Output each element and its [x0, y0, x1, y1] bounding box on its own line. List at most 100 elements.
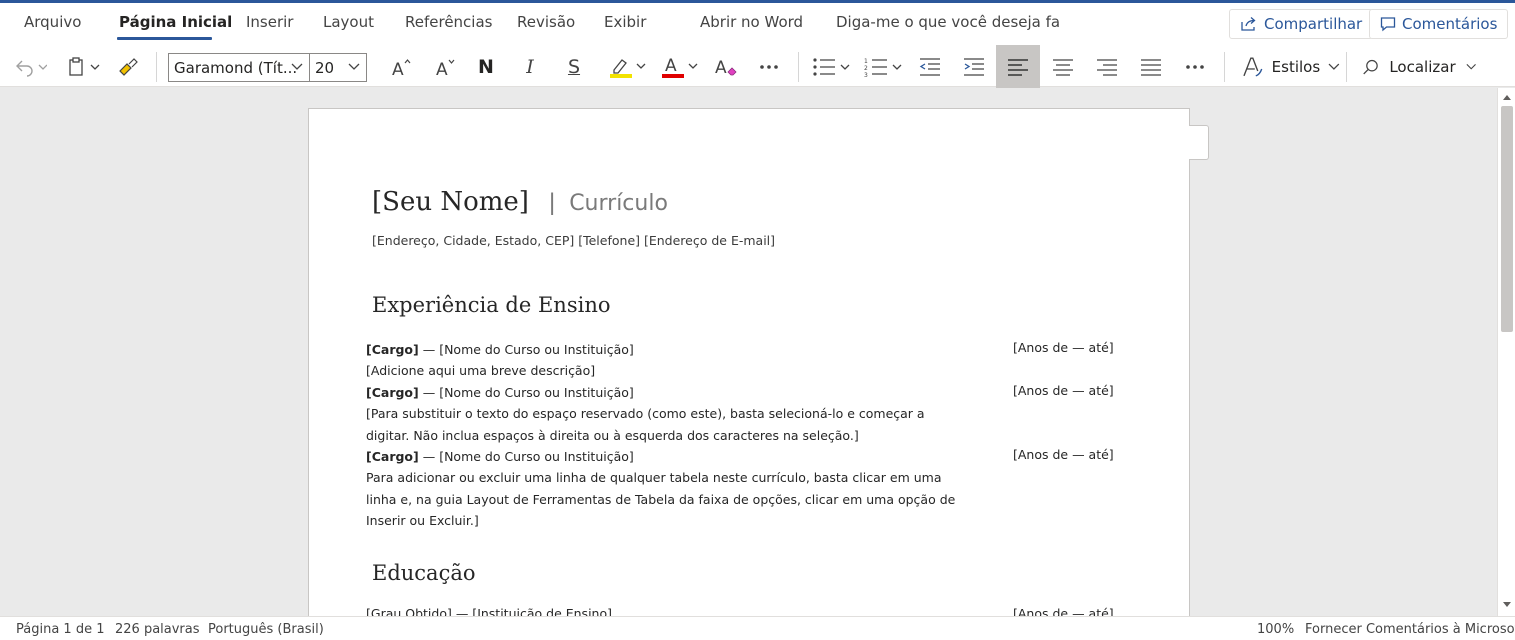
- styles-button[interactable]: Estilos: [1236, 45, 1340, 89]
- scroll-down-button[interactable]: [1501, 598, 1513, 612]
- font-size-dropdown[interactable]: 20: [309, 53, 367, 82]
- education-entry[interactable]: [Grau Obtido] — [Instituição de Ensino]: [366, 606, 612, 616]
- grow-font-button[interactable]: A: [384, 45, 418, 89]
- toolbar-separator: [1346, 52, 1347, 82]
- zoom-level[interactable]: 100%: [1257, 622, 1294, 637]
- word-count[interactable]: 226 palavras: [115, 622, 200, 637]
- language-indicator[interactable]: Português (Brasil): [208, 622, 324, 637]
- vertical-scrollbar[interactable]: [1497, 88, 1515, 616]
- tab-inserir[interactable]: Inserir: [246, 13, 293, 31]
- decrease-indent-button[interactable]: [912, 45, 948, 89]
- page-side-tab: [1189, 125, 1209, 160]
- find-label: Localizar: [1389, 58, 1456, 76]
- resume-header: [Seu Nome] | Currículo: [372, 187, 668, 217]
- entry-title[interactable]: [Cargo] — [Nome do Curso ou Instituição]: [366, 385, 634, 400]
- bullet-list-icon: [813, 58, 850, 76]
- toolbar-separator: [798, 52, 799, 82]
- font-size-value: 20: [315, 58, 335, 77]
- entry-title[interactable]: [Cargo] — [Nome do Curso ou Instituição]: [366, 449, 634, 464]
- tell-me-search[interactable]: Diga-me o que você deseja fa: [830, 13, 1060, 31]
- entry-description[interactable]: [Adicione aqui uma breve descrição]: [366, 363, 595, 378]
- font-name-dropdown[interactable]: Garamond (Tít...: [168, 53, 310, 82]
- entry-institution: [Nome do Curso ou Instituição]: [439, 342, 634, 357]
- justify-button[interactable]: [1130, 45, 1172, 89]
- tab-layout[interactable]: Layout: [323, 13, 374, 31]
- entry-title[interactable]: [Cargo] — [Nome do Curso ou Instituição]: [366, 342, 634, 357]
- entry-dash: —: [418, 342, 440, 357]
- format-painter-icon: [119, 58, 138, 76]
- align-center-button[interactable]: [1042, 45, 1084, 89]
- format-painter-button[interactable]: [110, 45, 146, 89]
- shrink-font-icon: A: [436, 59, 455, 77]
- caret-down-icon: [1503, 602, 1511, 607]
- comment-icon: [1380, 17, 1396, 32]
- document-canvas[interactable]: [Seu Nome] | Currículo [Endereço, Cidade…: [0, 88, 1497, 616]
- numbering-button[interactable]: 123: [862, 45, 906, 89]
- svg-text:3: 3: [864, 72, 868, 77]
- underline-button[interactable]: S: [558, 45, 590, 89]
- page-count: Página 1 de 1: [16, 622, 105, 637]
- highlighter-icon: [610, 59, 646, 78]
- entry-description[interactable]: Para adicionar ou excluir uma linha de q…: [366, 470, 942, 485]
- bullets-button[interactable]: [810, 45, 854, 89]
- tab-pagina-inicial[interactable]: Página Inicial: [119, 13, 232, 31]
- svg-text:A: A: [436, 60, 448, 77]
- align-left-icon: [1008, 59, 1028, 76]
- paste-button[interactable]: [62, 45, 104, 89]
- clear-formatting-icon: A: [715, 58, 737, 78]
- more-paragraph-options-button[interactable]: [1178, 45, 1212, 89]
- feedback-link[interactable]: Fornecer Comentários à Microsoft: [1305, 622, 1515, 637]
- entry-years[interactable]: [Anos de — até]: [1013, 383, 1114, 398]
- shrink-font-button[interactable]: A: [428, 45, 462, 89]
- align-right-button[interactable]: [1086, 45, 1128, 89]
- entry-description[interactable]: [Para substituir o texto do espaço reser…: [366, 406, 925, 421]
- font-color-button[interactable]: A: [656, 45, 702, 89]
- entry-description[interactable]: digitar. Não inclua espaços à direita ou…: [366, 428, 859, 443]
- entry-description[interactable]: linha e, na guia Layout de Ferramentas d…: [366, 492, 955, 507]
- share-icon: [1241, 17, 1256, 31]
- share-button[interactable]: Compartilhar: [1229, 9, 1374, 39]
- education-years[interactable]: [Anos de — até]: [1013, 606, 1114, 616]
- scroll-up-button[interactable]: [1501, 90, 1513, 104]
- tell-me-placeholder: Diga-me o que você deseja fa: [836, 13, 1060, 31]
- tab-revisao[interactable]: Revisão: [517, 13, 575, 31]
- contact-info[interactable]: [Endereço, Cidade, Estado, CEP] [Telefon…: [372, 233, 775, 248]
- svg-text:2: 2: [864, 65, 868, 72]
- section-heading-teaching[interactable]: Experiência de Ensino: [372, 293, 611, 317]
- entry-years[interactable]: [Anos de — até]: [1013, 447, 1114, 462]
- resume-subtitle[interactable]: Currículo: [569, 191, 668, 216]
- section-heading-education[interactable]: Educação: [372, 561, 476, 585]
- more-font-options-button[interactable]: [752, 45, 786, 89]
- status-bar: Página 1 de 1 226 palavras Português (Br…: [0, 616, 1515, 640]
- tab-exibir[interactable]: Exibir: [604, 13, 646, 31]
- comments-button[interactable]: Comentários: [1369, 9, 1509, 39]
- styles-icon: [1243, 57, 1263, 77]
- highlight-color-button[interactable]: [604, 45, 650, 89]
- tab-referencias[interactable]: Referências: [405, 13, 492, 31]
- entry-years[interactable]: [Anos de — até]: [1013, 340, 1114, 355]
- tab-arquivo[interactable]: Arquivo: [24, 13, 81, 31]
- chevron-down-icon: [291, 63, 303, 70]
- entry-role: [Cargo]: [366, 385, 419, 400]
- find-button[interactable]: Localizar: [1356, 45, 1476, 89]
- italic-button[interactable]: I: [514, 45, 546, 89]
- bold-button[interactable]: N: [470, 45, 502, 89]
- open-in-word-link[interactable]: Abrir no Word: [700, 13, 803, 31]
- search-icon: [1363, 59, 1378, 75]
- align-center-icon: [1053, 59, 1073, 76]
- entry-institution: [Nome do Curso ou Instituição]: [439, 385, 634, 400]
- share-label: Compartilhar: [1264, 15, 1363, 33]
- scrollbar-thumb[interactable]: [1501, 106, 1513, 332]
- resume-name[interactable]: [Seu Nome]: [372, 187, 529, 217]
- entry-institution: [Nome do Curso ou Instituição]: [439, 449, 634, 464]
- undo-button[interactable]: [8, 45, 52, 89]
- toolbar-separator: [1224, 52, 1225, 82]
- increase-indent-button[interactable]: [956, 45, 992, 89]
- document-page[interactable]: [Seu Nome] | Currículo [Endereço, Cidade…: [308, 108, 1190, 616]
- clear-formatting-button[interactable]: A: [708, 45, 744, 89]
- increase-indent-icon: [964, 58, 984, 76]
- entry-description[interactable]: Inserir ou Excluir.]: [366, 513, 479, 528]
- chevron-down-icon: [1328, 63, 1340, 70]
- align-left-button[interactable]: [996, 45, 1040, 89]
- more-icon: [1186, 65, 1204, 69]
